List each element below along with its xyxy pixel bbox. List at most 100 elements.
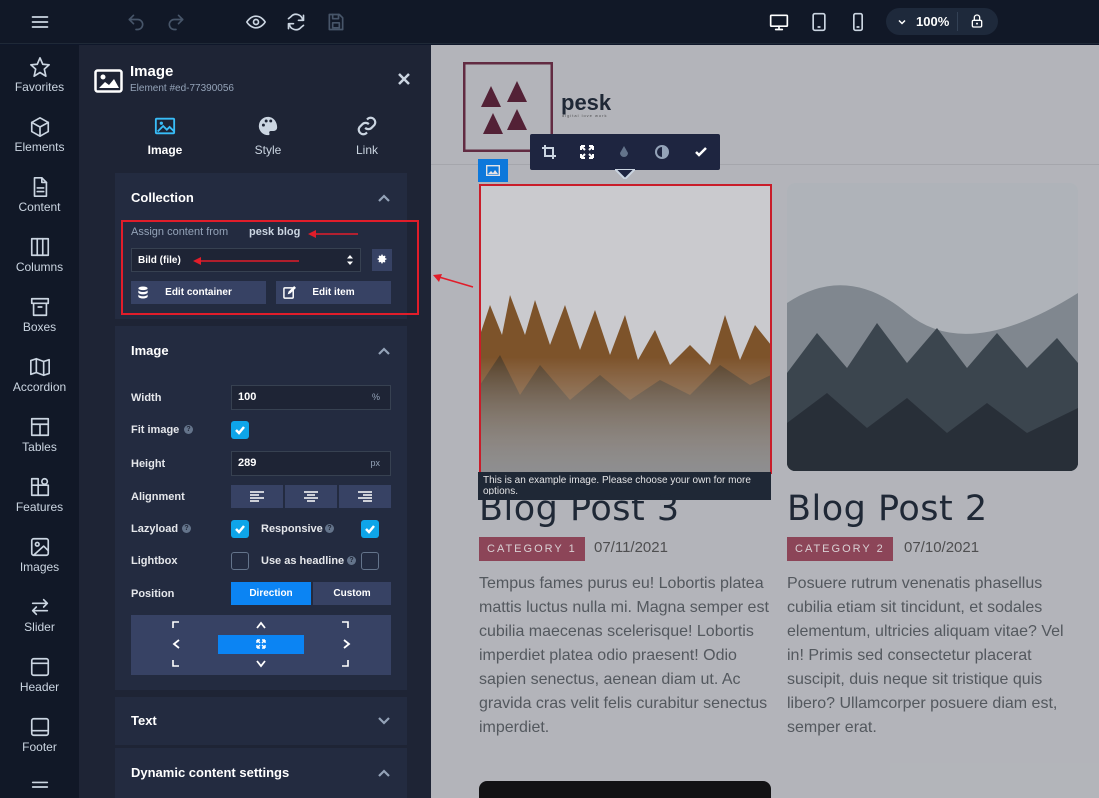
link-icon — [357, 116, 377, 136]
section-title: Text — [131, 713, 157, 728]
section-title[interactable]: Collection — [131, 190, 194, 205]
lazyload-checkbox[interactable] — [231, 520, 249, 538]
panel-header: Image Element #ed-77390056 — [79, 45, 431, 105]
chevron-up-icon[interactable] — [377, 766, 391, 780]
document-icon — [33, 177, 47, 197]
expand-icon[interactable] — [579, 144, 595, 160]
divider — [957, 12, 958, 31]
eye-icon[interactable] — [244, 10, 268, 34]
expand-icon — [256, 639, 266, 649]
corner-top-right-icon[interactable] — [341, 621, 349, 629]
arrow-right-icon[interactable] — [343, 639, 351, 649]
fit-image-checkbox[interactable] — [231, 421, 249, 439]
corner-bottom-right-icon[interactable] — [341, 659, 349, 667]
rail-item-tables[interactable]: Tables — [0, 405, 79, 465]
rail-item-slider[interactable]: Slider — [0, 585, 79, 645]
responsive-label: Responsive — [261, 523, 323, 535]
chevron-down-icon[interactable] — [896, 16, 908, 28]
panel-subtitle: Element #ed-77390056 — [130, 83, 234, 94]
annotation-arrow — [193, 257, 299, 265]
align-left-button[interactable] — [231, 485, 283, 508]
align-center-button[interactable] — [285, 485, 337, 508]
settings-panel: Image Element #ed-77390056 Image Style L… — [79, 45, 431, 798]
cube-icon — [30, 117, 49, 137]
chevron-down-icon[interactable] — [377, 714, 391, 728]
direction-label: Direction — [249, 588, 293, 599]
position-center-button[interactable] — [218, 635, 304, 654]
toolbar-pointer — [615, 169, 635, 179]
height-input[interactable]: 289 px — [231, 451, 391, 476]
arrow-left-icon[interactable] — [172, 639, 180, 649]
text-section[interactable]: Text — [115, 697, 407, 745]
corner-top-left-icon[interactable] — [172, 621, 180, 629]
tab-label: Image — [147, 143, 183, 157]
annotation-arrow — [308, 230, 358, 238]
rail-label: Accordion — [12, 380, 67, 394]
custom-button[interactable]: Custom — [313, 582, 391, 605]
rail-item-accordion[interactable]: Accordion — [0, 345, 79, 405]
fit-image-label: Fit image — [131, 424, 180, 436]
redo-icon[interactable] — [164, 10, 188, 34]
zoom-level: 100% — [916, 14, 950, 29]
arrows-icon — [31, 598, 48, 616]
table-icon — [30, 417, 49, 437]
chevron-up-icon[interactable] — [377, 191, 391, 205]
desktop-icon[interactable] — [767, 10, 791, 34]
footer-icon — [30, 717, 49, 737]
rail-label: Header — [19, 680, 60, 694]
responsive-checkbox[interactable] — [361, 520, 379, 538]
droplet-icon[interactable] — [616, 144, 632, 160]
refresh-icon[interactable] — [284, 10, 308, 34]
align-right-button[interactable] — [339, 485, 391, 508]
help-icon[interactable]: ? — [347, 556, 356, 565]
rail-item-columns[interactable]: Columns — [0, 225, 79, 285]
rail-label: Content — [18, 200, 61, 214]
menu-icon[interactable] — [28, 10, 52, 34]
arrow-up-icon[interactable] — [256, 621, 266, 629]
help-icon[interactable]: ? — [184, 425, 193, 434]
tab-link[interactable]: Link — [327, 115, 407, 157]
undo-icon[interactable] — [124, 10, 148, 34]
check-icon[interactable] — [693, 144, 709, 160]
arrow-down-icon[interactable] — [256, 660, 266, 668]
rail-item-header[interactable]: Header — [0, 645, 79, 705]
help-icon[interactable]: ? — [182, 524, 191, 533]
tablet-icon[interactable] — [807, 10, 831, 34]
highlight-box — [121, 220, 419, 315]
custom-label: Custom — [333, 588, 371, 599]
rail-item-features[interactable]: Features — [0, 465, 79, 525]
map-icon — [29, 357, 50, 377]
close-icon[interactable] — [397, 72, 411, 86]
corner-bottom-left-icon[interactable] — [172, 659, 180, 667]
height-unit: px — [370, 458, 380, 468]
lock-icon[interactable] — [969, 13, 985, 29]
width-value: 100 — [238, 391, 257, 403]
width-input[interactable]: 100% — [231, 385, 391, 410]
rail-item-favorites[interactable]: Favorites — [0, 45, 79, 105]
use-as-headline-checkbox[interactable] — [361, 552, 379, 570]
rail-item-more[interactable] — [0, 765, 79, 798]
height-label: Height — [131, 458, 166, 470]
contrast-icon[interactable] — [654, 144, 670, 160]
chevron-up-icon[interactable] — [377, 344, 391, 358]
rail-item-content[interactable]: Content — [0, 165, 79, 225]
rail-label: Elements — [14, 140, 65, 154]
crop-icon[interactable] — [541, 144, 557, 160]
rail-item-boxes[interactable]: Boxes — [0, 285, 79, 345]
lightbox-checkbox[interactable] — [231, 552, 249, 570]
zoom-control[interactable]: 100% — [886, 8, 998, 35]
rail-item-elements[interactable]: Elements — [0, 105, 79, 165]
element-rail: Favorites Elements Content Columns Boxes… — [0, 45, 79, 798]
rail-item-footer[interactable]: Footer — [0, 705, 79, 765]
rail-item-images[interactable]: Images — [0, 525, 79, 585]
tab-image[interactable]: Image — [125, 115, 205, 157]
list-icon — [31, 781, 48, 788]
save-icon[interactable] — [324, 10, 348, 34]
help-icon[interactable]: ? — [325, 524, 334, 533]
align-left-icon — [250, 491, 264, 502]
tab-style[interactable]: Style — [228, 115, 308, 157]
mobile-icon[interactable] — [846, 10, 870, 34]
dynamic-content-section[interactable]: Dynamic content settings — [115, 748, 407, 798]
direction-button[interactable]: Direction — [231, 582, 311, 605]
section-title[interactable]: Image — [131, 343, 169, 358]
